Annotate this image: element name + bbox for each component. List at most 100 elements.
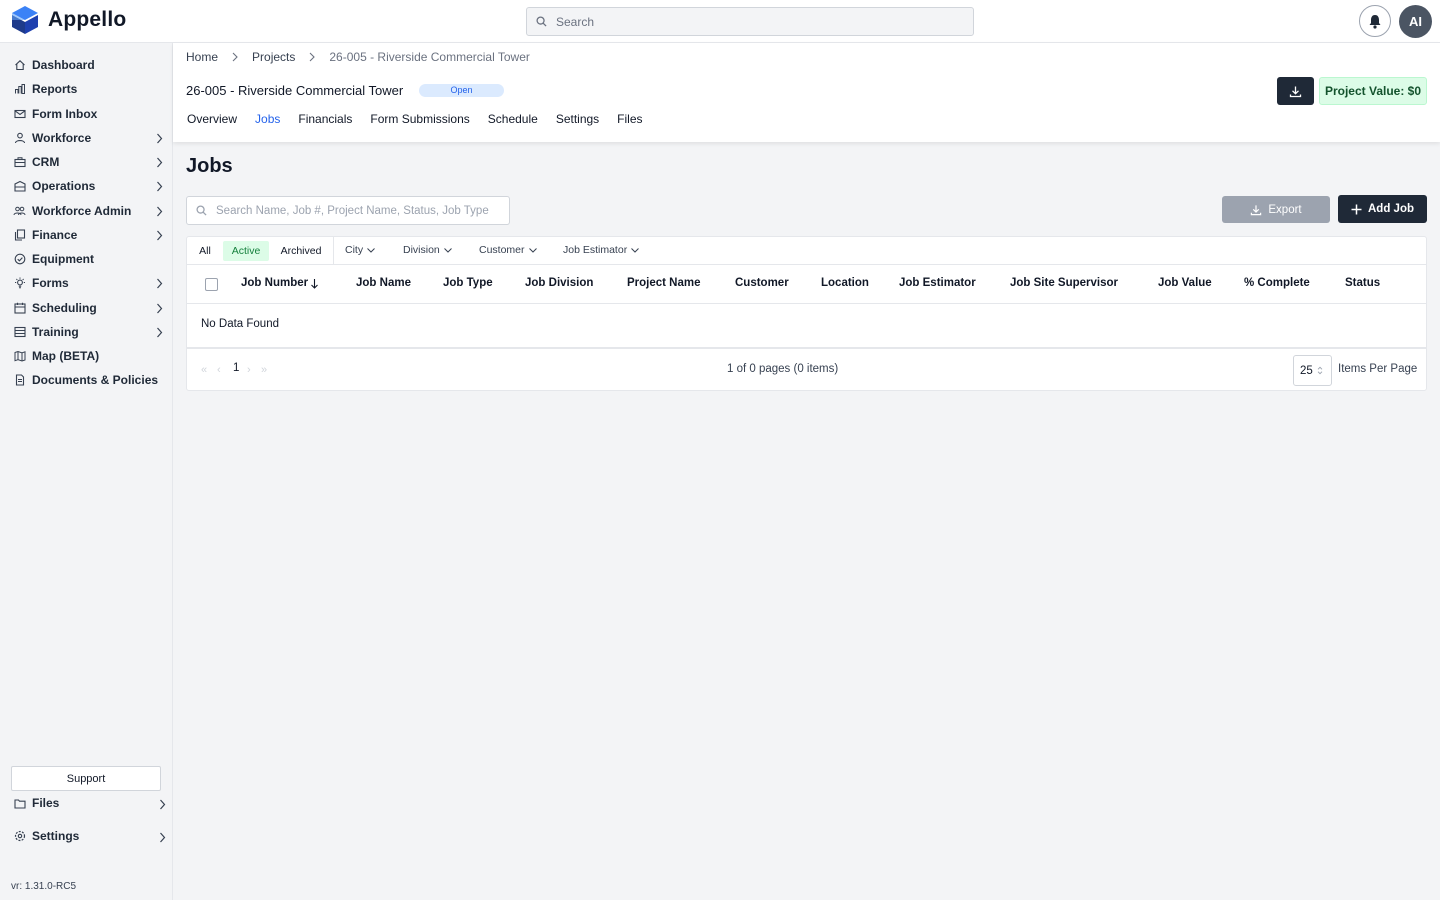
segment-active[interactable]: Active <box>223 241 269 261</box>
chevron-right-icon <box>156 156 163 171</box>
current-page[interactable]: 1 <box>233 362 239 374</box>
sidebar-item-scheduling[interactable]: Scheduling <box>0 296 172 320</box>
user-icon <box>13 132 26 145</box>
filter-division[interactable]: Division <box>403 244 452 256</box>
breadcrumb-projects[interactable]: Projects <box>252 50 295 64</box>
sidebar-item-form-inbox[interactable]: Form Inbox <box>0 102 172 126</box>
tab-overview[interactable]: Overview <box>187 112 237 126</box>
app-logo[interactable]: Appello <box>10 5 126 35</box>
calendar-icon <box>13 302 26 315</box>
select-all-checkbox[interactable] <box>205 278 218 291</box>
sidebar-item-reports[interactable]: Reports <box>0 77 172 101</box>
sidebar-item-workforce[interactable]: Workforce <box>0 126 172 150</box>
sidebar-item-workforce-admin[interactable]: Workforce Admin <box>0 199 172 223</box>
filter-job-estimator[interactable]: Job Estimator <box>563 244 640 256</box>
empty-state-text: No Data Found <box>201 318 279 330</box>
sidebar-item-files[interactable]: Files <box>0 791 172 815</box>
next-page-icon[interactable]: › <box>247 364 251 376</box>
sidebar-item-documents-policies[interactable]: Documents & Policies <box>0 368 172 392</box>
add-job-label: Add Job <box>1368 203 1414 215</box>
appello-logo-icon <box>12 6 38 34</box>
segment-all[interactable]: All <box>195 241 215 261</box>
tab-files[interactable]: Files <box>617 112 642 126</box>
breadcrumb: Home Projects 26-005 - Riverside Commerc… <box>186 50 530 64</box>
tab-schedule[interactable]: Schedule <box>488 112 538 126</box>
column-job-site-supervisor[interactable]: Job Site Supervisor <box>1010 277 1118 289</box>
gear-icon <box>13 830 26 843</box>
filter-city[interactable]: City <box>345 244 375 256</box>
sidebar-item-label: Forms <box>32 276 69 290</box>
user-avatar[interactable]: AI <box>1399 5 1432 38</box>
search-icon <box>536 16 547 27</box>
sidebar-item-map-beta[interactable]: Map (BETA) <box>0 344 172 368</box>
last-page-icon[interactable]: » <box>261 364 267 376</box>
sidebar-item-label: Files <box>32 796 60 810</box>
column-label: Job Number <box>241 277 309 289</box>
chevron-right-icon <box>156 277 163 292</box>
page-size-select[interactable]: 25 <box>1293 355 1332 386</box>
sidebar-item-training[interactable]: Training <box>0 320 172 344</box>
first-page-icon[interactable]: « <box>201 364 207 376</box>
jobs-search-input[interactable] <box>216 204 506 217</box>
column-job-division[interactable]: Job Division <box>525 277 593 289</box>
chevron-right-icon <box>159 831 166 846</box>
column-location[interactable]: Location <box>821 277 869 289</box>
filter-label: Division <box>403 244 440 256</box>
filter-label: Customer <box>479 244 525 256</box>
chevron-right-icon <box>309 52 316 62</box>
sidebar-item-crm[interactable]: CRM <box>0 150 172 174</box>
project-header: Home Projects 26-005 - Riverside Commerc… <box>173 43 1440 142</box>
column-job-number[interactable]: Job Number <box>241 277 319 289</box>
add-job-button[interactable]: Add Job <box>1338 195 1427 223</box>
sidebar-item-equipment[interactable]: Equipment <box>0 247 172 271</box>
column-job-type[interactable]: Job Type <box>443 277 493 289</box>
sidebar-item-finance[interactable]: Finance <box>0 223 172 247</box>
sidebar-item-forms[interactable]: Forms <box>0 271 172 295</box>
tab-jobs[interactable]: Jobs <box>255 112 280 126</box>
prev-page-icon[interactable]: ‹ <box>217 364 221 376</box>
chevron-right-icon <box>232 52 238 62</box>
global-search-input[interactable] <box>556 14 956 29</box>
export-button[interactable]: Export <box>1222 196 1330 223</box>
plus-icon <box>1351 204 1362 214</box>
column-percent-complete[interactable]: % Complete <box>1244 277 1310 289</box>
column-project-name[interactable]: Project Name <box>627 277 701 289</box>
breadcrumb-home[interactable]: Home <box>186 50 218 64</box>
sidebar-item-label: Dashboard <box>32 58 95 72</box>
updown-chevron-icon <box>1317 366 1323 375</box>
notifications-button[interactable] <box>1359 5 1391 37</box>
support-button[interactable]: Support <box>11 766 161 791</box>
page-size-value: 25 <box>1300 364 1313 377</box>
chevron-right-icon <box>156 229 163 244</box>
column-job-name[interactable]: Job Name <box>356 277 411 289</box>
jobs-search[interactable] <box>186 196 510 225</box>
global-search[interactable] <box>526 7 974 36</box>
download-button[interactable] <box>1277 77 1314 105</box>
download-icon <box>1251 204 1262 215</box>
page-title: Jobs <box>186 155 233 177</box>
column-status[interactable]: Status <box>1345 277 1380 289</box>
jobs-table: All Active Archived City Division Custom… <box>186 236 1427 391</box>
column-customer[interactable]: Customer <box>735 277 789 289</box>
tab-form-submissions[interactable]: Form Submissions <box>370 112 469 126</box>
column-job-value[interactable]: Job Value <box>1158 277 1212 289</box>
bulb-icon <box>13 277 26 290</box>
segment-archived[interactable]: Archived <box>277 241 325 261</box>
sidebar-item-label: CRM <box>32 155 60 169</box>
tab-settings[interactable]: Settings <box>556 112 599 126</box>
sidebar-item-dashboard[interactable]: Dashboard <box>0 53 172 77</box>
table-icon <box>13 326 26 339</box>
sidebar-item-settings[interactable]: Settings <box>0 824 172 848</box>
pagination: « ‹ 1 › » 1 of 0 pages (0 items) 25 Item… <box>187 347 1426 390</box>
pagination-info: 1 of 0 pages (0 items) <box>727 363 839 375</box>
column-label: Job Name <box>356 277 411 289</box>
column-job-estimator[interactable]: Job Estimator <box>899 277 976 289</box>
filter-customer[interactable]: Customer <box>479 244 537 256</box>
users-icon <box>13 205 26 218</box>
page-size-label: Items Per Page <box>1338 363 1418 375</box>
tab-financials[interactable]: Financials <box>298 112 352 126</box>
sidebar-item-label: Operations <box>32 179 96 193</box>
project-title: 26-005 - Riverside Commercial Tower <box>186 83 404 98</box>
chevron-down-icon <box>528 247 537 253</box>
sidebar-item-operations[interactable]: Operations <box>0 174 172 198</box>
